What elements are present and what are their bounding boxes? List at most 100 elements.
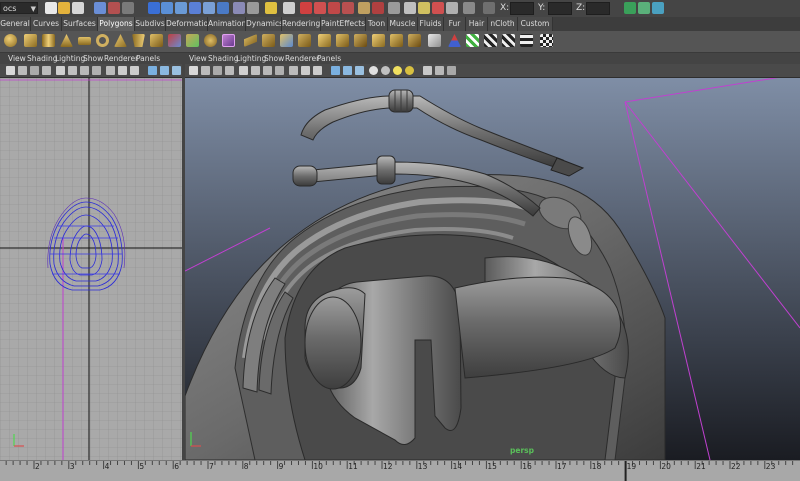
- tab-hair[interactable]: Hair: [466, 17, 488, 31]
- render-view-icon[interactable]: [404, 2, 416, 14]
- input-line-icon[interactable]: [463, 2, 475, 14]
- x-value-field[interactable]: [510, 2, 534, 15]
- menu-panels[interactable]: Panels: [136, 53, 160, 64]
- smooth-shade-icon[interactable]: [160, 66, 169, 75]
- split-polygon-icon[interactable]: [298, 34, 311, 47]
- combine-icon[interactable]: [168, 34, 181, 47]
- grid-toggle-icon[interactable]: [239, 66, 248, 75]
- gate-mask-icon[interactable]: [275, 66, 284, 75]
- select-camera-icon[interactable]: [6, 66, 15, 75]
- gate-mask-icon[interactable]: [92, 66, 101, 75]
- normals-icon[interactable]: [448, 34, 461, 47]
- insert-edge-loop-icon[interactable]: [318, 34, 331, 47]
- poly-cone-icon[interactable]: [60, 34, 73, 47]
- construction-history-icon[interactable]: [388, 2, 400, 14]
- tab-animation[interactable]: Animation: [208, 17, 246, 31]
- safe-title-icon[interactable]: [130, 66, 139, 75]
- menu-lighting-persp[interactable]: Lighting: [236, 53, 266, 64]
- resolution-gate-icon[interactable]: [80, 66, 89, 75]
- tab-fur[interactable]: Fur: [444, 17, 466, 31]
- spherical-map-icon[interactable]: [502, 34, 515, 47]
- resolution-gate-icon[interactable]: [263, 66, 272, 75]
- tab-custom[interactable]: Custom: [518, 17, 553, 31]
- menu-shading[interactable]: Shading: [27, 53, 57, 64]
- pick-surfaces-icon[interactable]: [189, 2, 201, 14]
- select-component-icon[interactable]: [122, 2, 134, 14]
- tab-polygons[interactable]: Polygons: [98, 17, 135, 31]
- use-all-lights-icon[interactable]: [393, 66, 402, 75]
- menu-panels-persp[interactable]: Panels: [317, 53, 341, 64]
- new-scene-icon[interactable]: [45, 2, 57, 14]
- bookmarks-icon[interactable]: [30, 66, 39, 75]
- poly-torus-icon[interactable]: [96, 34, 109, 47]
- auto-map-icon[interactable]: [520, 34, 533, 47]
- safe-action-icon[interactable]: [118, 66, 127, 75]
- render-frame-icon[interactable]: [418, 2, 430, 14]
- snap-grid-icon[interactable]: [283, 2, 295, 14]
- pick-curves-icon[interactable]: [175, 2, 187, 14]
- safe-title-icon[interactable]: [313, 66, 322, 75]
- pick-deformations-icon[interactable]: [203, 2, 215, 14]
- select-camera-icon[interactable]: [189, 66, 198, 75]
- cylindrical-map-icon[interactable]: [484, 34, 497, 47]
- tab-painteffects[interactable]: PaintEffects: [321, 17, 366, 31]
- image-plane-icon[interactable]: [225, 66, 234, 75]
- viewport-front[interactable]: [0, 78, 182, 460]
- bridge-icon[interactable]: [262, 34, 275, 47]
- textured-icon[interactable]: [381, 66, 390, 75]
- viewport-persp[interactable]: persp: [184, 73, 800, 461]
- ipr-render-icon[interactable]: [432, 2, 444, 14]
- menu-shading-persp[interactable]: Shading: [208, 53, 238, 64]
- z-value-field[interactable]: [586, 2, 610, 15]
- tab-curves[interactable]: Curves: [31, 17, 62, 31]
- append-polygon-icon[interactable]: [280, 34, 293, 47]
- poly-cube-icon[interactable]: [24, 34, 37, 47]
- input-ops-icon[interactable]: [358, 2, 370, 14]
- smooth-shade-icon[interactable]: [343, 66, 352, 75]
- menu-lighting[interactable]: Lighting: [55, 53, 85, 64]
- wireframe-icon[interactable]: [331, 66, 340, 75]
- tab-rendering[interactable]: Rendering: [282, 17, 321, 31]
- default-lighting-icon[interactable]: [369, 66, 378, 75]
- open-scene-icon[interactable]: [58, 2, 70, 14]
- xray-joints-icon[interactable]: [447, 66, 456, 75]
- field-chart-icon[interactable]: [106, 66, 115, 75]
- pick-handles-icon[interactable]: [148, 2, 160, 14]
- tab-surfaces[interactable]: Surfaces: [62, 17, 98, 31]
- output-ops-icon[interactable]: [372, 2, 384, 14]
- isolate-select-icon[interactable]: [423, 66, 432, 75]
- pick-rendering-icon[interactable]: [233, 2, 245, 14]
- snap-curve-icon[interactable]: [300, 2, 312, 14]
- pick-misc-icon[interactable]: [247, 2, 259, 14]
- menu-view-persp[interactable]: View: [189, 53, 207, 64]
- tab-deformation[interactable]: Deformation: [166, 17, 208, 31]
- time-slider[interactable]: 2 3 4 5 6 7 8 9 10 11 12 13 14 15 16 17 18 19 20 21 22 23: [0, 460, 800, 481]
- select-hierarchy-icon[interactable]: [94, 2, 106, 14]
- poly-cylinder-icon[interactable]: [42, 34, 55, 47]
- save-scene-icon[interactable]: [72, 2, 84, 14]
- render-settings-icon[interactable]: [446, 2, 458, 14]
- tab-toon[interactable]: Toon: [366, 17, 388, 31]
- tab-ncloth[interactable]: nCloth: [488, 17, 518, 31]
- y-value-field[interactable]: [548, 2, 572, 15]
- safe-action-icon[interactable]: [301, 66, 310, 75]
- snap-point-icon[interactable]: [314, 2, 326, 14]
- menu-view[interactable]: View: [8, 53, 26, 64]
- collapse-icon[interactable]: [390, 34, 403, 47]
- grid-toggle-icon[interactable]: [56, 66, 65, 75]
- poly-sphere-icon[interactable]: [4, 34, 17, 47]
- wireframe-on-shaded-icon[interactable]: [355, 66, 364, 75]
- current-frame-marker[interactable]: [624, 461, 627, 481]
- poly-plane-icon[interactable]: [78, 37, 91, 45]
- wireframe-on-shaded-icon[interactable]: [172, 66, 181, 75]
- tab-muscle[interactable]: Muscle: [388, 17, 418, 31]
- snap-view-plane-icon[interactable]: [328, 2, 340, 14]
- tab-dynamics[interactable]: Dynamics: [246, 17, 282, 31]
- lock-selection-icon[interactable]: [265, 2, 277, 14]
- smooth-icon[interactable]: [222, 34, 235, 47]
- show-attribute-editor-icon[interactable]: [638, 2, 650, 14]
- pick-dynamics-icon[interactable]: [217, 2, 229, 14]
- planar-map-icon[interactable]: [466, 34, 479, 47]
- menu-renderer[interactable]: Renderer: [104, 53, 138, 64]
- wireframe-icon[interactable]: [148, 66, 157, 75]
